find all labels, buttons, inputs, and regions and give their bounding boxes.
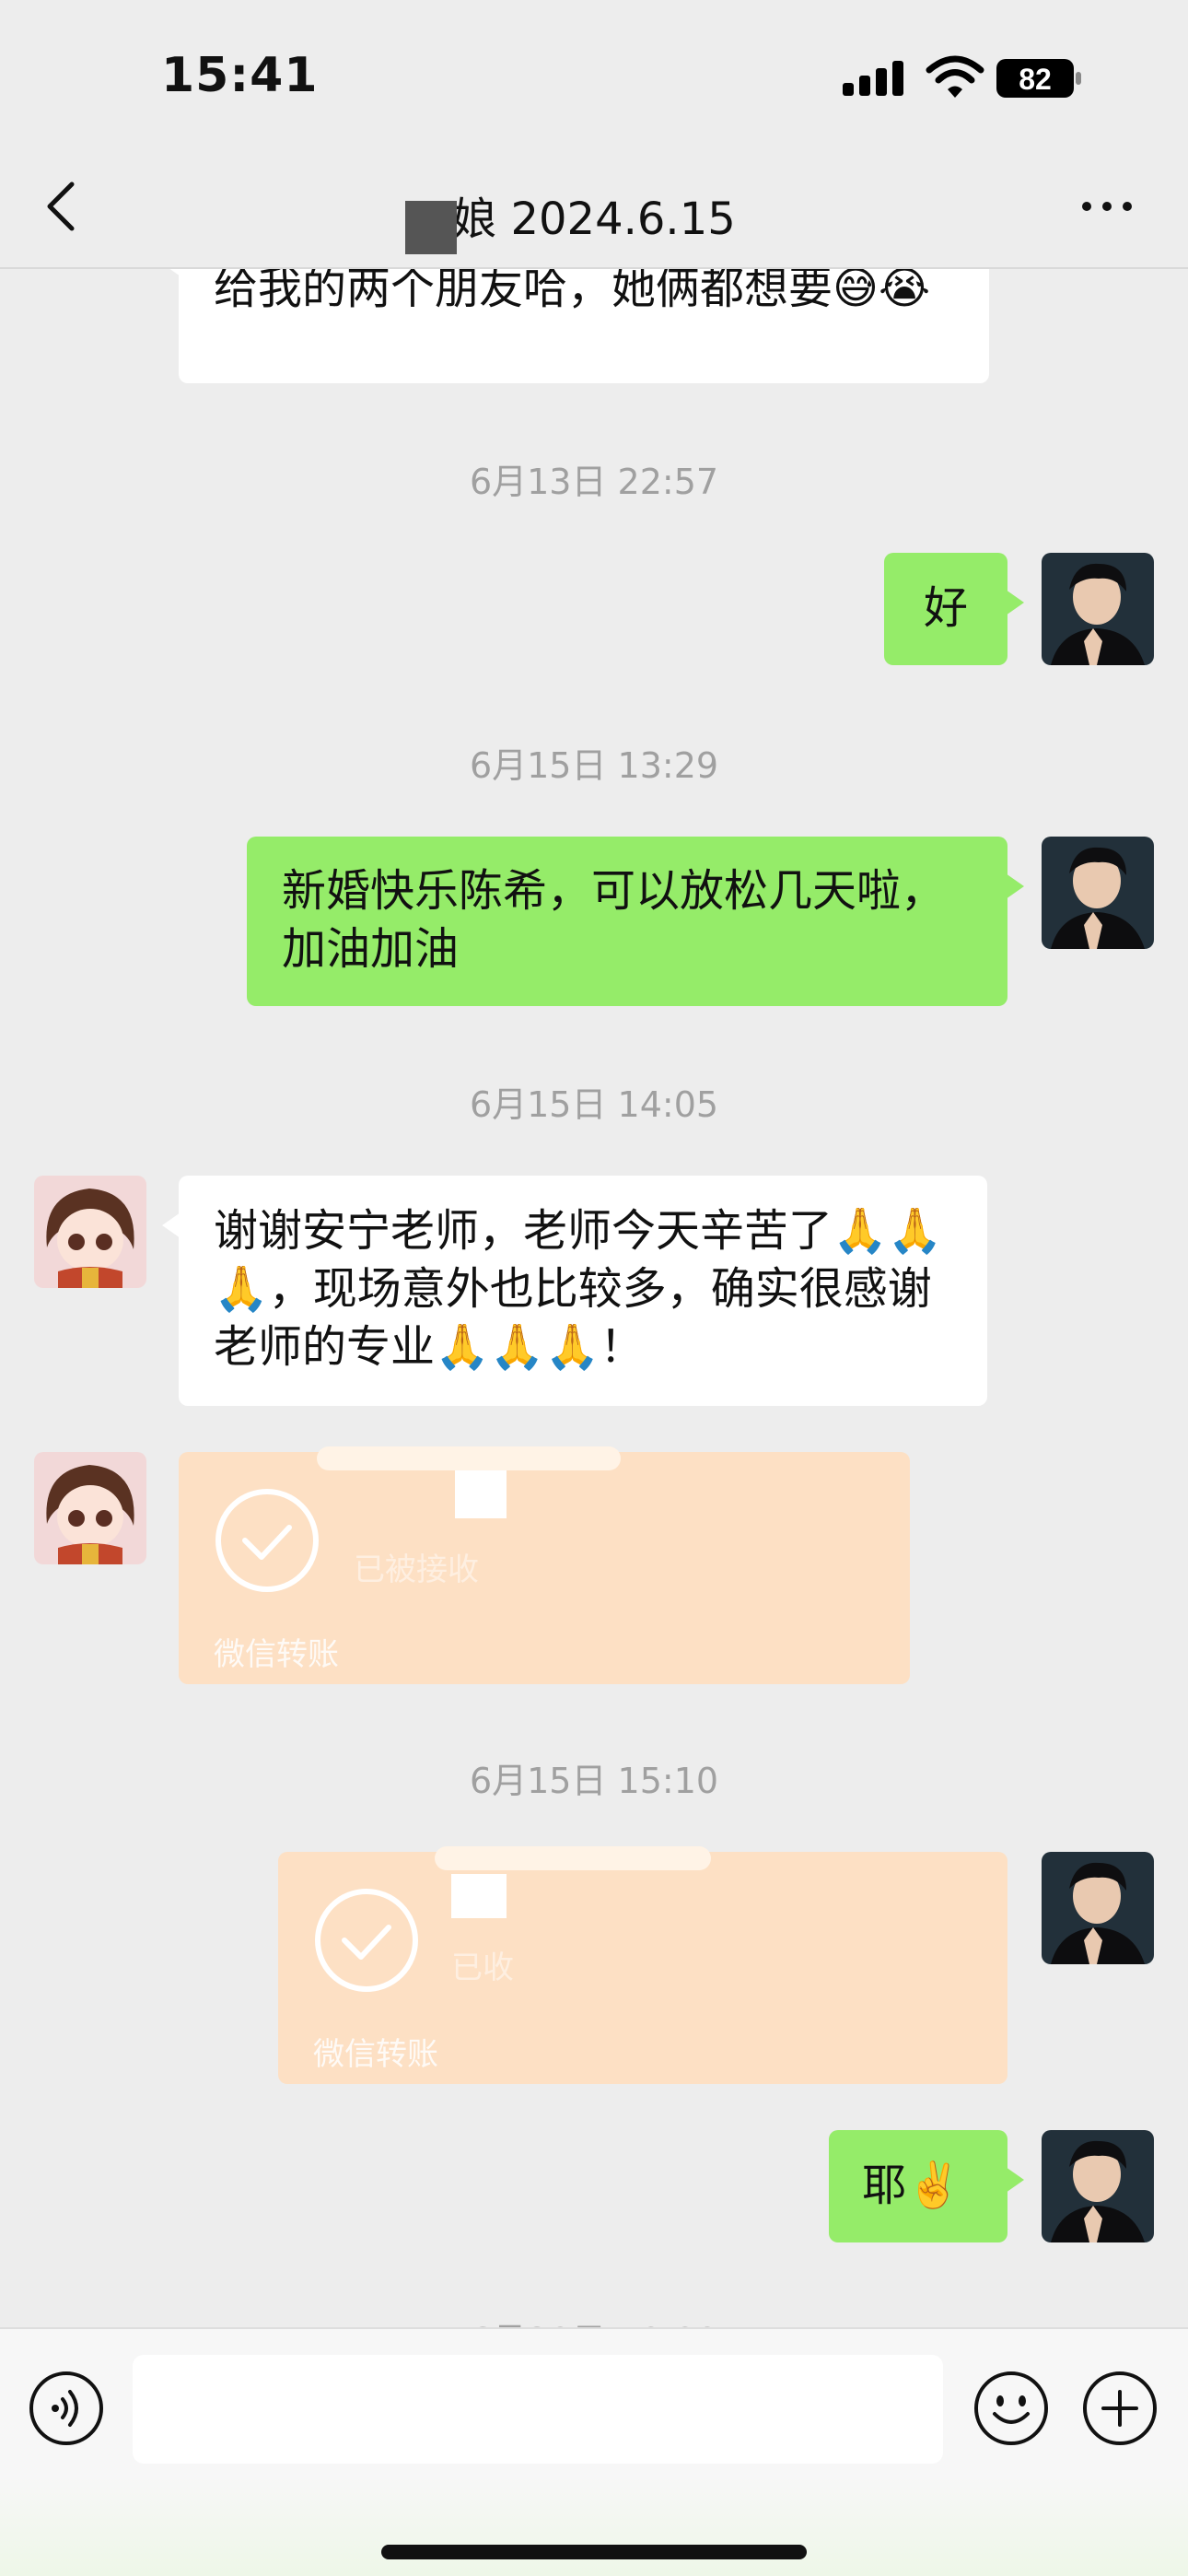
battery-icon: 82 xyxy=(996,59,1081,98)
avatar-self[interactable] xyxy=(1042,2130,1154,2242)
message-text: 给我的两个朋友哈，她俩都想要😅😭 xyxy=(214,269,931,314)
transfer-card-outgoing[interactable]: 已收 微信转账 xyxy=(278,1846,1007,2084)
message-bubble-outgoing[interactable]: 新婚快乐陈希，可以放松几天啦，加油加油 xyxy=(247,837,1024,1006)
avatar-self[interactable] xyxy=(1042,837,1154,949)
timestamp: 6月15日 14:05 xyxy=(469,1084,719,1125)
avatar-self[interactable] xyxy=(1042,1852,1154,1964)
timestamp: 6月15日 15:10 xyxy=(469,1761,719,1801)
transfer-status: 已被接收 xyxy=(354,1551,479,1588)
cellular-signal-icon xyxy=(843,61,903,96)
timestamp: 6月20日 10:00 xyxy=(0,2313,1188,2327)
chevron-left-icon[interactable] xyxy=(39,179,85,234)
avatar-self[interactable] xyxy=(1042,553,1154,665)
redaction-mask xyxy=(435,1846,711,1870)
transfer-card-incoming[interactable]: 已被接收 微信转账 xyxy=(179,1446,910,1684)
redaction-mask xyxy=(317,1446,621,1470)
input-bar xyxy=(0,2327,1188,2576)
nav-bar: 娘 2024.6.15 xyxy=(0,147,1188,269)
more-icon[interactable] xyxy=(1079,188,1135,225)
chat-history[interactable]: 给我的两个朋友哈，她俩都想要😅😭 6月13日 22:57 好 6月15日 13:… xyxy=(0,269,1188,2327)
message-text: 耶✌️ xyxy=(862,2160,961,2211)
message-text: 好 xyxy=(923,582,968,634)
message-input[interactable] xyxy=(133,2355,943,2464)
timestamp: 6月13日 22:57 xyxy=(469,462,719,502)
check-circle-icon xyxy=(315,1889,418,1992)
avatar-contact[interactable] xyxy=(34,1176,146,1288)
transfer-label: 微信转账 xyxy=(313,2036,438,2073)
voice-icon[interactable] xyxy=(28,2370,105,2447)
message-bubble-incoming[interactable]: 给我的两个朋友哈，她俩都想要😅😭 xyxy=(162,269,989,383)
message-text: 谢谢安宁老师，老师今天辛苦了🙏🙏🙏，现场意外也比较多，确实很感谢老师的专业🙏🙏🙏… xyxy=(214,1205,943,1373)
avatar-contact[interactable] xyxy=(34,1452,146,1564)
message-text: 新婚快乐陈希，可以放松几天啦，加油加油 xyxy=(282,865,946,975)
redaction-mask xyxy=(405,201,457,254)
message-bubble-outgoing[interactable]: 耶✌️ xyxy=(829,2130,1024,2242)
message-bubble-incoming[interactable]: 谢谢安宁老师，老师今天辛苦了🙏🙏🙏，现场意外也比较多，确实很感谢老师的专业🙏🙏🙏… xyxy=(162,1176,987,1406)
battery-level: 82 xyxy=(1019,63,1052,96)
transfer-status: 已收 xyxy=(451,1950,514,1986)
redaction-mask xyxy=(451,1874,507,1918)
status-bar: 15:41 82 xyxy=(0,0,1188,147)
plus-icon[interactable] xyxy=(1081,2370,1159,2447)
message-bubble-outgoing[interactable]: 好 xyxy=(884,553,1024,665)
status-time: 15:41 xyxy=(161,48,319,103)
redaction-mask xyxy=(455,1470,507,1518)
home-indicator[interactable] xyxy=(381,2545,807,2559)
check-circle-icon xyxy=(215,1489,319,1592)
timestamp: 6月15日 13:29 xyxy=(469,745,719,786)
emoji-icon[interactable] xyxy=(973,2370,1050,2447)
transfer-label: 微信转账 xyxy=(214,1636,339,1673)
wifi-icon xyxy=(926,55,984,98)
